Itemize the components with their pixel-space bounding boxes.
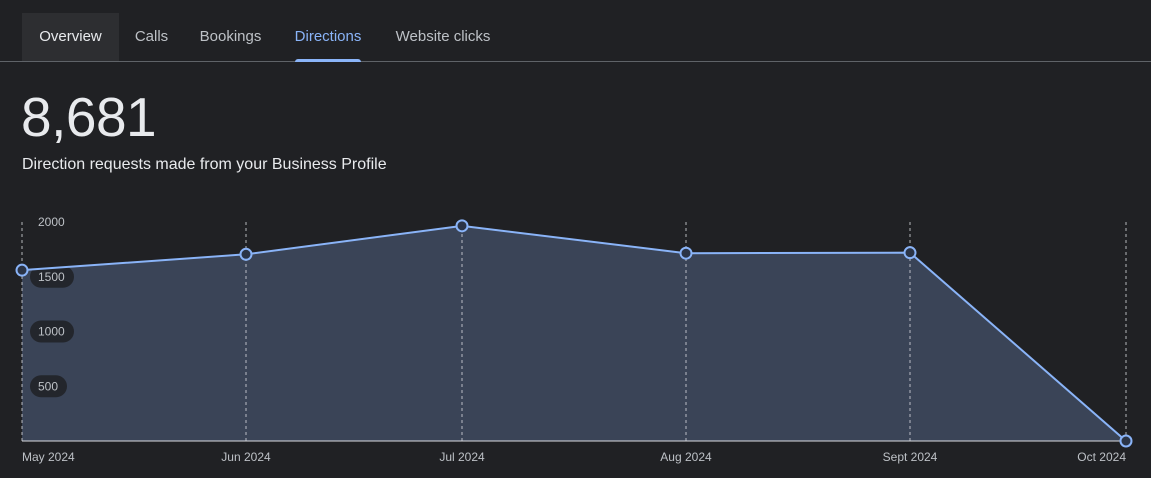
- y-tick-label-2000: 2000: [38, 215, 65, 229]
- data-point-5: [1119, 434, 1133, 448]
- data-point-4: [903, 246, 917, 260]
- directions-area-chart: 500 1000 1500 2000 May 2024 Jun 2024 Jul 2024 A…: [15, 215, 1133, 464]
- data-point-3: [679, 246, 693, 260]
- x-tick-label-0: May 2024: [22, 450, 75, 464]
- data-point-0: [15, 263, 29, 277]
- data-point-1: [239, 247, 253, 261]
- data-point-2: [455, 219, 469, 233]
- x-tick-label-2: Jul 2024: [439, 450, 485, 464]
- x-tick-label-1: Jun 2024: [221, 450, 271, 464]
- y-tick-label-1000: 1000: [38, 325, 65, 339]
- x-tick-label-5: Oct 2024: [1077, 450, 1126, 464]
- y-tick-label-500: 500: [38, 379, 58, 393]
- x-tick-label-4: Sept 2024: [883, 450, 938, 464]
- x-tick-label-3: Aug 2024: [660, 450, 712, 464]
- y-tick-label-1500: 1500: [38, 270, 65, 284]
